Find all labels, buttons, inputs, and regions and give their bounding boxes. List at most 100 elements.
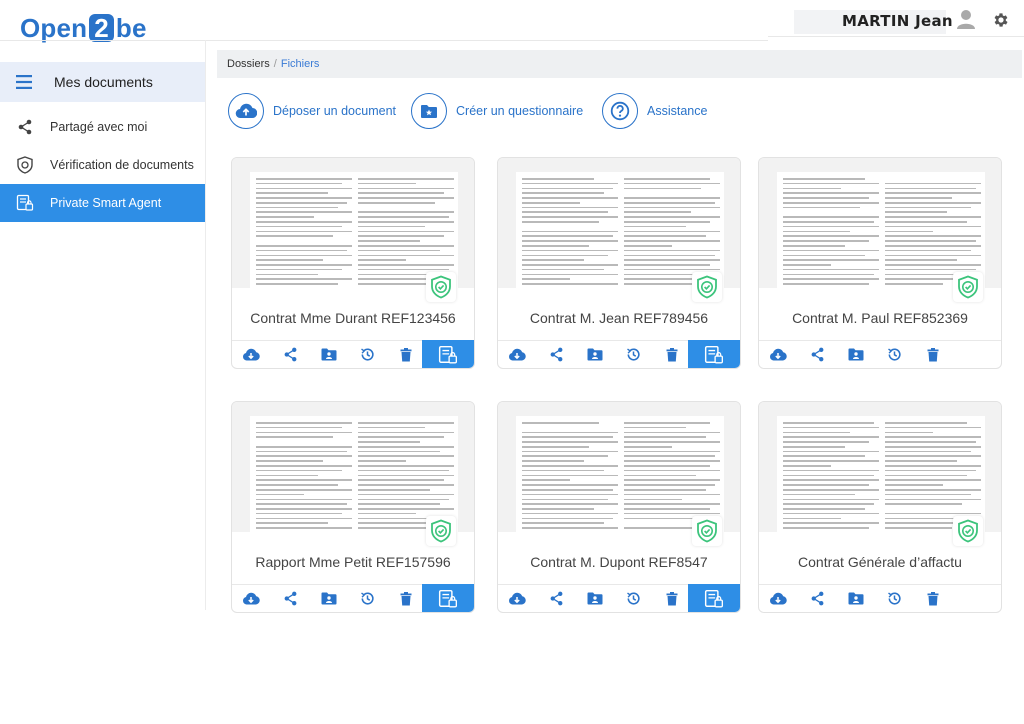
folder-user-icon[interactable] — [575, 341, 614, 369]
document-title[interactable]: Contrat Mme Durant REF123456 — [232, 310, 474, 326]
assistance-button[interactable]: Assistance — [602, 93, 707, 129]
folder-star-icon — [411, 93, 447, 129]
breadcrumb-dossiers[interactable]: Dossiers — [227, 58, 270, 70]
trash-icon[interactable] — [653, 585, 692, 613]
history-icon[interactable] — [875, 585, 914, 613]
share-icon[interactable] — [798, 585, 837, 613]
smart-agent-icon — [438, 345, 457, 363]
sidebar: Mes documents Partagé avec moi Vérificat… — [0, 62, 205, 222]
card-toolbar — [232, 340, 474, 368]
document-thumbnail[interactable] — [232, 158, 474, 288]
history-icon[interactable] — [614, 585, 653, 613]
sidebar-item-private-smart-agent[interactable]: Private Smart Agent — [0, 184, 205, 222]
document-card[interactable]: Contrat M. Jean REF789456 — [497, 157, 741, 369]
trash-icon[interactable] — [387, 341, 426, 369]
smart-agent-button[interactable] — [422, 340, 474, 368]
breadcrumb-fichiers[interactable]: Fichiers — [281, 58, 320, 70]
document-title[interactable]: Contrat M. Jean REF789456 — [498, 310, 740, 326]
help-icon — [602, 93, 638, 129]
share-icon[interactable] — [271, 585, 310, 613]
document-thumbnail[interactable] — [498, 402, 740, 532]
sidebar-item-label: Vérification de documents — [50, 158, 194, 172]
document-title[interactable]: Rapport Mme Petit REF157596 — [232, 554, 474, 570]
document-card[interactable]: Contrat Mme Durant REF123456 — [231, 157, 475, 369]
sidebar-header[interactable]: Mes documents — [0, 62, 205, 102]
upload-document-button[interactable]: Déposer un document — [228, 93, 396, 129]
logo-text-open: Open — [20, 13, 88, 43]
smart-agent-icon — [438, 589, 457, 607]
document-card[interactable]: Contrat Générale d’affactu — [758, 401, 1002, 613]
share-icon[interactable] — [537, 585, 576, 613]
document-card[interactable]: Contrat M. Dupont REF8547 — [497, 401, 741, 613]
folder-user-icon[interactable] — [309, 341, 348, 369]
create-questionnaire-button[interactable]: Créer un questionnaire — [411, 93, 583, 129]
card-toolbar — [232, 584, 474, 612]
share-icon[interactable] — [798, 341, 837, 369]
document-preview — [777, 416, 985, 532]
download-icon[interactable] — [498, 341, 537, 369]
user-name[interactable]: MARTIN Jean — [842, 12, 953, 30]
smart-agent-button[interactable] — [688, 584, 740, 612]
verified-shield-icon — [426, 516, 456, 546]
header-divider-right — [768, 36, 1024, 37]
sidebar-divider — [205, 40, 206, 610]
logo-text-be: be — [115, 13, 147, 43]
folder-user-icon[interactable] — [836, 585, 875, 613]
sidebar-item-verification[interactable]: Vérification de documents — [0, 146, 205, 184]
trash-icon[interactable] — [653, 341, 692, 369]
smart-agent-button[interactable] — [688, 340, 740, 368]
download-icon[interactable] — [498, 585, 537, 613]
document-preview — [516, 172, 724, 288]
download-icon[interactable] — [232, 341, 271, 369]
trash-icon[interactable] — [914, 341, 953, 369]
assistance-label: Assistance — [647, 104, 708, 118]
download-icon[interactable] — [759, 585, 798, 613]
sidebar-item-shared[interactable]: Partagé avec moi — [0, 108, 205, 146]
document-thumbnail[interactable] — [759, 402, 1001, 532]
document-title[interactable]: Contrat M. Dupont REF8547 — [498, 554, 740, 570]
share-icon[interactable] — [537, 341, 576, 369]
user-avatar-icon[interactable] — [955, 8, 977, 30]
smart-agent-icon — [704, 589, 723, 607]
document-title[interactable]: Contrat Générale d’affactu — [759, 554, 1001, 570]
card-toolbar — [759, 584, 1001, 612]
verified-shield-icon — [953, 516, 983, 546]
history-icon[interactable] — [875, 341, 914, 369]
share-icon — [16, 118, 34, 136]
document-thumbnail[interactable] — [498, 158, 740, 288]
card-toolbar — [759, 340, 1001, 368]
gear-icon[interactable] — [992, 11, 1010, 29]
create-questionnaire-label: Créer un questionnaire — [456, 104, 584, 118]
document-thumbnail[interactable] — [759, 158, 1001, 288]
trash-icon[interactable] — [914, 585, 953, 613]
history-icon[interactable] — [348, 585, 387, 613]
share-icon[interactable] — [271, 341, 310, 369]
smart-agent-button[interactable] — [422, 584, 474, 612]
document-preview — [250, 172, 458, 288]
verified-shield-icon — [953, 272, 983, 302]
document-card[interactable]: Contrat M. Paul REF852369 — [758, 157, 1002, 369]
history-icon[interactable] — [348, 341, 387, 369]
smart-agent-icon — [16, 194, 34, 212]
document-card[interactable]: Rapport Mme Petit REF157596 — [231, 401, 475, 613]
folder-user-icon[interactable] — [836, 341, 875, 369]
header-divider — [0, 40, 768, 41]
folder-user-icon[interactable] — [575, 585, 614, 613]
trash-icon[interactable] — [387, 585, 426, 613]
document-preview — [777, 172, 985, 288]
history-icon[interactable] — [614, 341, 653, 369]
app-logo[interactable]: Open 2 be — [20, 14, 147, 42]
card-toolbar — [498, 340, 740, 368]
sidebar-title: Mes documents — [54, 74, 153, 90]
download-icon[interactable] — [759, 341, 798, 369]
folder-user-icon[interactable] — [309, 585, 348, 613]
document-title[interactable]: Contrat M. Paul REF852369 — [759, 310, 1001, 326]
download-icon[interactable] — [232, 585, 271, 613]
document-thumbnail[interactable] — [232, 402, 474, 532]
cloud-upload-icon — [228, 93, 264, 129]
document-preview — [250, 416, 458, 532]
hamburger-menu-icon[interactable] — [16, 75, 32, 89]
card-toolbar — [498, 584, 740, 612]
verified-shield-icon — [692, 516, 722, 546]
sidebar-item-label: Partagé avec moi — [50, 120, 148, 134]
